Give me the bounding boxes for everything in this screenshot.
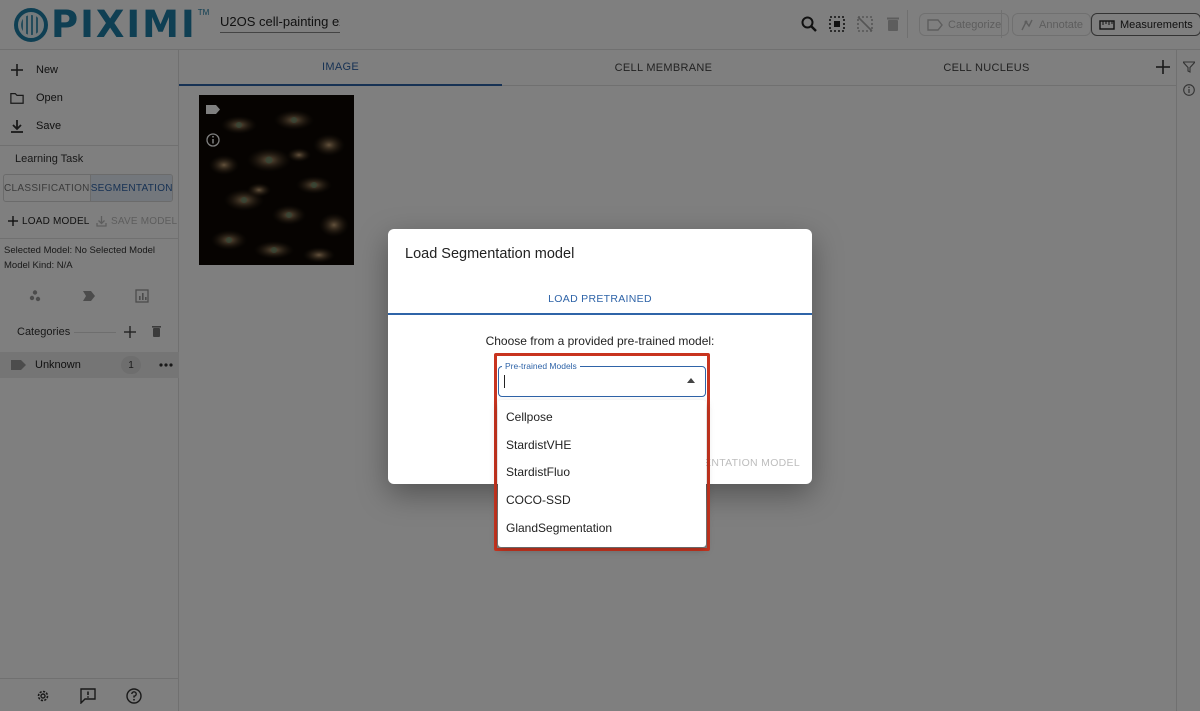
dropdown-arrow-icon[interactable]: [687, 378, 695, 383]
pretrained-models-listbox: Cellpose StardistVHE StardistFluo COCO-S…: [498, 400, 706, 547]
option-stardistfluo[interactable]: StardistFluo: [498, 459, 706, 487]
option-stardistvhe[interactable]: StardistVHE: [498, 431, 706, 459]
tab-load-pretrained[interactable]: LOAD PRETRAINED: [388, 285, 812, 315]
option-coco-ssd[interactable]: COCO-SSD: [498, 486, 706, 514]
text-caret: [504, 375, 505, 388]
dialog-prompt: Choose from a provided pre-trained model…: [485, 334, 715, 348]
dialog-title: Load Segmentation model: [405, 246, 575, 262]
option-glandsegmentation[interactable]: GlandSegmentation: [498, 514, 706, 542]
pretrained-models-label: Pre-trained Models: [502, 361, 580, 371]
option-cellpose[interactable]: Cellpose: [498, 403, 706, 431]
